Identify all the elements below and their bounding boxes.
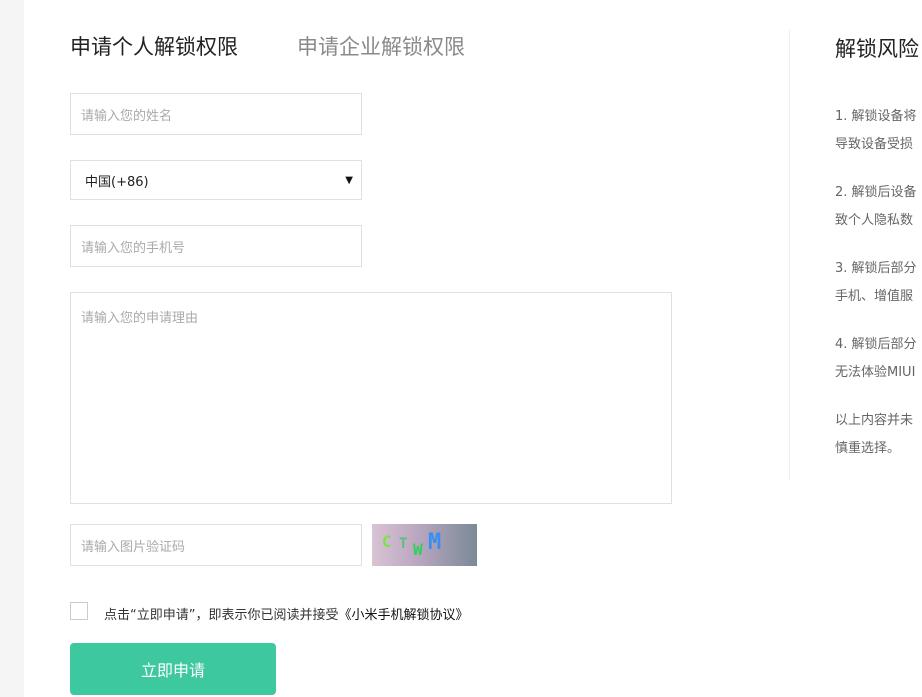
agreement-text: 点击“立即申请”，即表示你已阅读并接受《小米手机解锁协议》 bbox=[104, 604, 469, 623]
agreement-link[interactable]: 《小米手机解锁协议》 bbox=[338, 608, 468, 623]
reason-textarea[interactable]: 请输入您的申请理由 bbox=[70, 292, 672, 504]
phone-input[interactable]: 请输入您的手机号 bbox=[70, 225, 362, 267]
captcha-char: W bbox=[413, 540, 423, 559]
risk-line: 无法体验MIUI bbox=[835, 365, 916, 380]
captcha-placeholder: 请输入图片验证码 bbox=[81, 539, 186, 555]
country-code-value: 中国(+86) bbox=[85, 174, 149, 190]
captcha-char: T bbox=[399, 536, 408, 552]
left-gutter bbox=[0, 0, 24, 697]
tab-personal-unlock[interactable]: 申请个人解锁权限 bbox=[70, 33, 238, 61]
captcha-image[interactable]: C T W M bbox=[372, 524, 477, 566]
risk-title: 解锁风险 bbox=[835, 37, 919, 61]
risk-line: 1. 解锁设备将 bbox=[835, 109, 917, 124]
risk-line: 致个人隐私数 bbox=[835, 213, 914, 228]
submit-button[interactable]: 立即申请 bbox=[70, 643, 276, 695]
risk-line: 以上内容并未 bbox=[835, 413, 914, 428]
phone-placeholder: 请输入您的手机号 bbox=[81, 240, 186, 256]
risk-line: 手机、增值服 bbox=[835, 289, 914, 304]
captcha-input[interactable]: 请输入图片验证码 bbox=[70, 524, 362, 566]
risk-line: 2. 解锁后设备 bbox=[835, 185, 917, 200]
name-input[interactable]: 请输入您的姓名 bbox=[70, 93, 362, 135]
captcha-char: C bbox=[382, 532, 392, 551]
agree-checkbox[interactable] bbox=[70, 602, 88, 620]
risk-line: 导致设备受损 bbox=[835, 137, 914, 152]
country-code-select[interactable]: 中国(+86) ▼ bbox=[70, 160, 362, 200]
agreement-prefix: 点击“立即申请”，即表示你已阅读并接受 bbox=[104, 608, 339, 623]
risk-line: 慎重选择。 bbox=[835, 441, 901, 456]
vertical-divider bbox=[789, 30, 790, 480]
tab-enterprise-unlock[interactable]: 申请企业解锁权限 bbox=[297, 33, 465, 61]
name-placeholder: 请输入您的姓名 bbox=[81, 108, 173, 124]
captcha-char: M bbox=[428, 530, 442, 555]
risk-line: 4. 解锁后部分 bbox=[835, 337, 917, 352]
risk-line: 3. 解锁后部分 bbox=[835, 261, 917, 276]
reason-placeholder: 请输入您的申请理由 bbox=[81, 311, 199, 326]
dropdown-arrow-icon: ▼ bbox=[345, 174, 353, 186]
